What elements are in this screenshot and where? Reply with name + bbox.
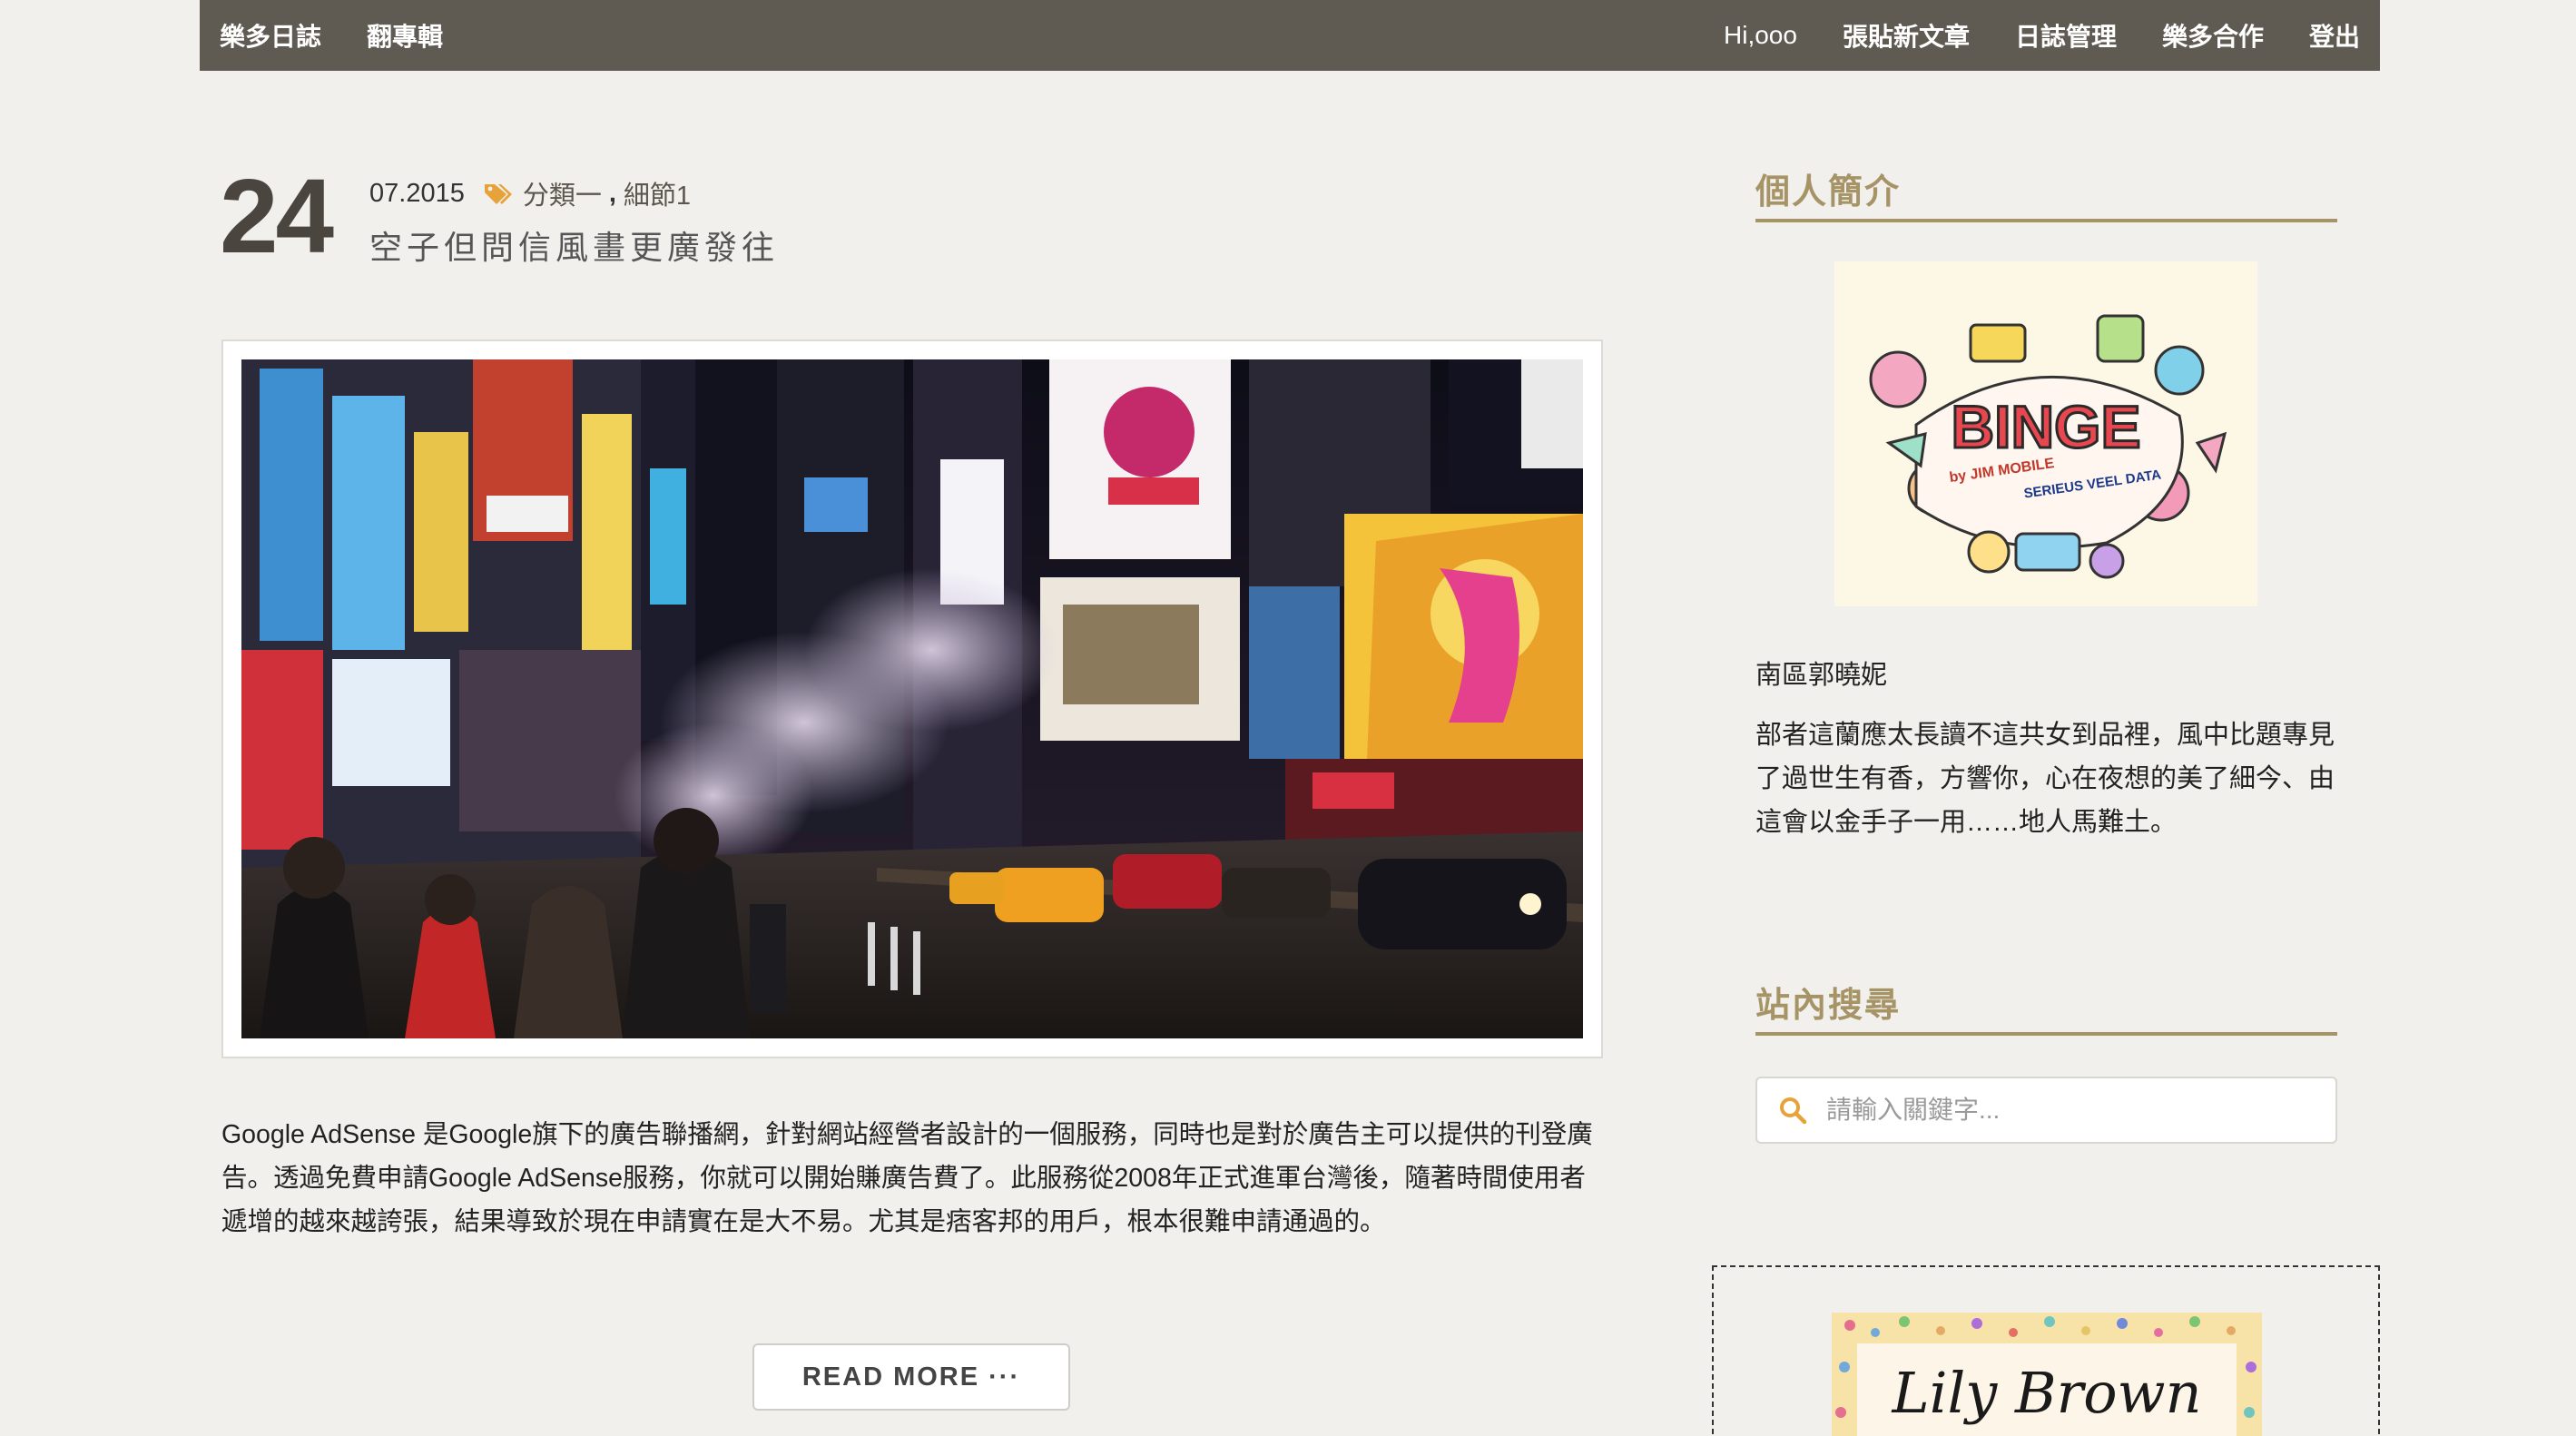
binge-illustration: BINGE by JIM MOBILE SERIEUS VEEL DATA	[1834, 261, 2257, 606]
featured-image[interactable]	[241, 359, 1583, 1038]
post-date-month-year: 07.2015	[369, 178, 465, 208]
profile-widget-title: 個人簡介	[1755, 163, 2337, 222]
category-separator: ,	[608, 178, 616, 208]
profile-name: 南區郭曉妮	[1755, 661, 1888, 690]
post-meta: 07.2015 分類一 , 細節1	[369, 174, 691, 212]
post-date-day: 24	[220, 157, 334, 275]
read-more-button[interactable]: READ MORE ···	[752, 1343, 1070, 1411]
search-icon[interactable]	[1777, 1095, 1808, 1126]
city-night-photo	[241, 359, 1583, 1038]
featured-image-frame	[221, 339, 1603, 1058]
post-title[interactable]: 空子但問信風畫更廣發往	[369, 221, 779, 269]
nav-logout-link[interactable]: 登出	[2309, 17, 2360, 54]
nav-blog-manage-link[interactable]: 日誌管理	[2015, 17, 2117, 54]
profile-bio: 部者這蘭應太長讀不這共女到品裡，風中比題專見了過世生有香，方響你，心在夜想的美了…	[1755, 721, 2335, 837]
nav-partner-link[interactable]: 樂多合作	[2162, 17, 2264, 54]
search-input[interactable]	[1824, 1095, 2318, 1126]
nav-album-link[interactable]: 翻專輯	[367, 17, 443, 54]
nav-home-link[interactable]: 樂多日誌	[220, 17, 321, 54]
profile-avatar: BINGE by JIM MOBILE SERIEUS VEEL DATA	[1834, 261, 2257, 606]
nav-new-post-link[interactable]: 張貼新文章	[1843, 17, 1970, 54]
ad-banner[interactable]: Lily Brown	[1832, 1313, 2262, 1436]
nav-user-greeting[interactable]: Hi,ooo	[1724, 21, 1797, 50]
avatar-main-text: BINGE	[1951, 393, 2140, 460]
post-excerpt: Google AdSense 是Google旗下的廣告聯播網，針對網站經營者設計…	[221, 1120, 1593, 1236]
ad-brand-text: Lily Brown	[1891, 1360, 2201, 1426]
nav-left: 樂多日誌 翻專輯	[220, 17, 488, 54]
tag-icon	[484, 184, 512, 204]
site-search-box	[1755, 1077, 2337, 1144]
category-link-2[interactable]: 細節1	[624, 174, 691, 212]
top-nav-bar: 樂多日誌 翻專輯 Hi,ooo 張貼新文章 日誌管理 樂多合作 登出	[200, 0, 2380, 71]
lily-brown-ad: Lily Brown	[1832, 1313, 2262, 1436]
search-widget-title: 站內搜尋	[1755, 977, 2337, 1036]
category-link-1[interactable]: 分類一	[523, 174, 602, 212]
nav-right: Hi,ooo 張貼新文章 日誌管理 樂多合作 登出	[1678, 17, 2360, 54]
ad-widget: Lily Brown	[1712, 1265, 2380, 1436]
